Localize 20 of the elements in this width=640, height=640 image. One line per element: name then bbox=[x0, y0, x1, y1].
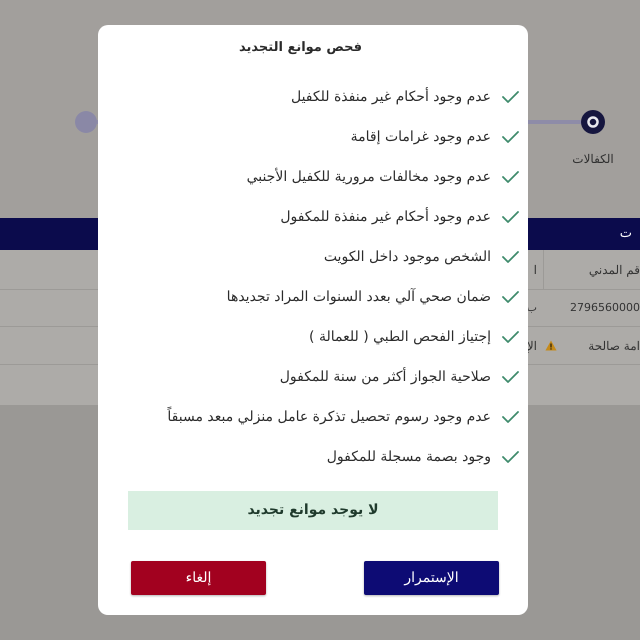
step-label: الكفالات bbox=[572, 151, 614, 167]
check-label: عدم وجود رسوم تحصيل تذكرة عامل منزلي مبعد مسبقاً bbox=[167, 407, 491, 427]
check-label: عدم وجود مخالفات مرورية للكفيل الأجنبي bbox=[246, 167, 491, 187]
check-label: صلاحية الجواز أكثر من سنة للمكفول bbox=[280, 367, 491, 387]
column-header: قم المدني bbox=[588, 262, 640, 278]
notice-banner: لا يوجد موانع تجديد bbox=[128, 491, 498, 530]
column-header: ا bbox=[534, 262, 537, 278]
check-label: وجود بصمة مسجلة للمكفول bbox=[326, 448, 491, 467]
dialog-title: فحص موانع التجديد bbox=[239, 39, 362, 57]
table-cell-text: 2796560000 bbox=[570, 300, 640, 316]
check-label: عدم وجود غرامات إقامة bbox=[350, 128, 491, 147]
check-label: إجتياز الفحص الطبي ( للعمالة ) bbox=[309, 328, 491, 347]
check-label: عدم وجود أحكام غير منفذة للكفيل bbox=[290, 87, 491, 107]
cancel-button[interactable]: إلغاء bbox=[131, 561, 266, 595]
check-label: الشخص موجود داخل الكويت bbox=[324, 248, 491, 267]
check-label: ضمان صحي آلي بعدد السنوات المراد تجديدها bbox=[226, 287, 491, 307]
continue-button[interactable]: الإستمرار bbox=[364, 561, 499, 595]
check-label: عدم وجود أحكام غير منفذة للمكفول bbox=[280, 207, 491, 227]
section-title: ت bbox=[620, 225, 632, 244]
table-cell-text: امة صالحة bbox=[588, 338, 640, 354]
